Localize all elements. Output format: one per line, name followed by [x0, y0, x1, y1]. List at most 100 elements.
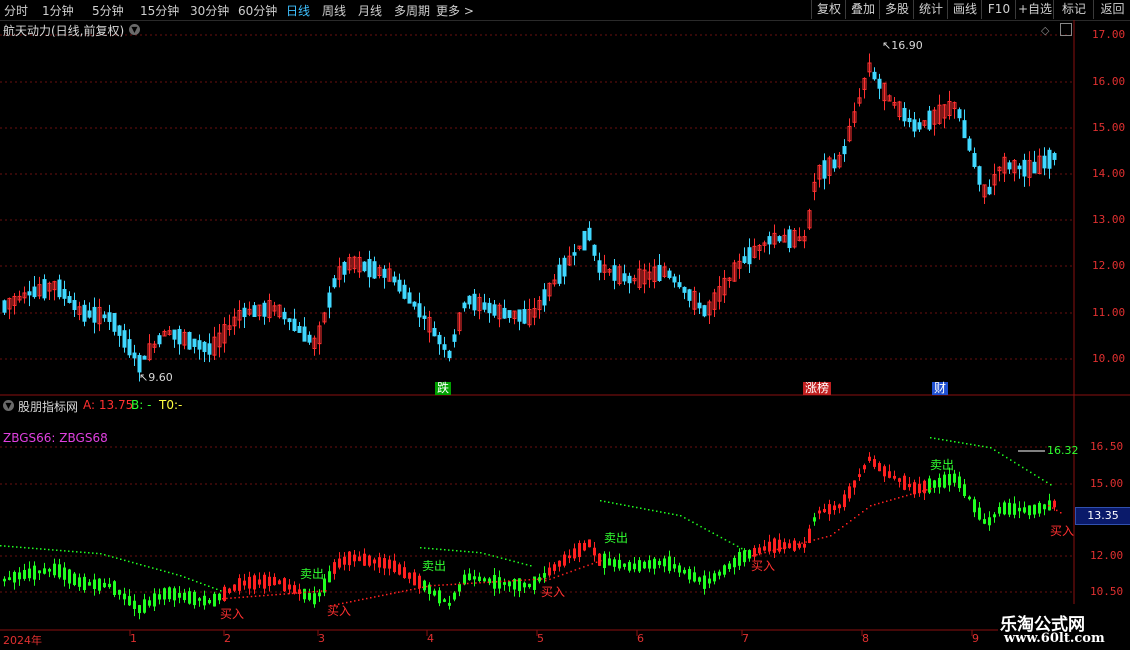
indicator-candle-body — [758, 547, 761, 554]
price-candle-body — [292, 318, 297, 331]
indicator-dot — [720, 536, 723, 539]
indicator-candle-body — [838, 504, 841, 509]
indicator-dot — [780, 547, 783, 550]
indicator-dot — [986, 446, 988, 448]
window-toggle-icon[interactable] — [1060, 23, 1072, 36]
indicator-dot — [0, 545, 2, 547]
sell-signal: 卖出 — [300, 567, 325, 581]
event-tag-finance[interactable]: 财 — [932, 382, 949, 395]
indicator-dot — [768, 550, 770, 553]
indicator-dot — [112, 556, 114, 558]
price-candle-body — [42, 279, 47, 299]
indicator-dot — [801, 542, 803, 544]
chevron-down-icon[interactable]: ▼ — [129, 24, 140, 35]
indicator-candle-body — [833, 505, 836, 511]
indicator-candle-body — [763, 546, 766, 551]
indicator-dot — [291, 592, 294, 595]
sell-signal: 卖出 — [930, 458, 955, 472]
indicator-dot — [156, 568, 158, 570]
low-price-label: ↖9.60 — [139, 371, 173, 384]
indicator-dot — [732, 543, 735, 545]
price-candle-body — [287, 318, 292, 323]
indicator-candle-body — [693, 572, 696, 582]
indicator-dot — [587, 564, 589, 567]
indicator-dot — [491, 581, 494, 583]
indicator-dot — [496, 556, 499, 558]
chevron-down-icon[interactable]: ▼ — [3, 400, 14, 411]
indicator-candle-body — [373, 559, 376, 564]
indicator-dot — [990, 447, 992, 449]
indicator-candle-body — [653, 558, 656, 569]
indicator-candle-body — [528, 583, 531, 588]
indicator-candle-body — [463, 574, 466, 585]
buy-signal: 买入 — [327, 604, 352, 618]
price-candle-body — [682, 286, 687, 293]
indicator-candle-body — [108, 583, 111, 588]
price-candle-body — [102, 314, 107, 319]
indicator-candle-body — [83, 576, 86, 591]
indicator-candle-body — [958, 476, 961, 489]
indicator-candle-body — [938, 477, 941, 488]
price-candle-body — [1007, 162, 1012, 170]
indicator-candle-body — [723, 565, 726, 575]
indicator-dot — [862, 511, 864, 513]
price-candle-body — [687, 289, 692, 301]
indicator-candle-body — [48, 568, 51, 572]
indicator-dot — [487, 581, 489, 583]
price-candle-body — [112, 312, 117, 332]
event-tag-gainers[interactable]: 涨榜 — [803, 382, 832, 395]
indicator-candle-body — [848, 486, 851, 499]
indicator-dot — [966, 443, 968, 445]
indicator-candle-body — [668, 556, 671, 571]
indicator-dot — [530, 565, 532, 567]
indicator-candle-body — [343, 556, 346, 565]
indicator-candle-body — [478, 576, 481, 581]
indicator-dot — [92, 552, 94, 554]
indicator-dot — [950, 440, 952, 442]
indicator-candle-body — [313, 593, 316, 605]
price-candle-body — [987, 186, 992, 195]
indicator-dot — [308, 591, 310, 593]
indicator-dot — [898, 497, 900, 499]
month-label: 5 — [537, 632, 544, 645]
indicator-candle-body — [553, 564, 556, 571]
indicator-candle-body — [893, 475, 896, 479]
indicator-dot — [1030, 471, 1032, 474]
event-tag-fall[interactable]: 跌 — [435, 382, 452, 395]
indicator-candle-body — [158, 594, 161, 600]
indicator-candle-body — [383, 558, 386, 569]
indicator-candle-body — [648, 560, 651, 569]
price-candle-body — [87, 310, 92, 318]
indicator-candle-body — [733, 557, 736, 568]
price-candle-body — [32, 286, 37, 298]
chart-canvas[interactable] — [0, 0, 1130, 650]
indicator-dot — [212, 587, 214, 589]
indicator-candle-body — [1023, 507, 1026, 513]
indicator-candle-body — [423, 580, 426, 591]
year-label: 2024年 — [3, 634, 42, 647]
price-candle-body — [467, 295, 472, 305]
price-candle-body — [627, 275, 632, 284]
indicator-dot — [424, 547, 426, 549]
price-candle-body — [902, 107, 907, 122]
indicator-candle-body — [933, 480, 936, 488]
indicator-candle-body — [768, 541, 771, 552]
indicator-dot — [312, 591, 314, 593]
price-tick: 12.00 — [1092, 259, 1126, 272]
indicator-dot — [664, 512, 666, 514]
indicator-candle-body — [498, 577, 501, 589]
indicator-candle-body — [483, 578, 486, 582]
indicator-candle-body — [698, 577, 701, 582]
month-label: 1 — [130, 632, 137, 645]
diamond-icon[interactable]: ◇ — [1041, 24, 1049, 37]
indicator-candle-body — [803, 543, 806, 548]
indicator-dot — [644, 508, 646, 510]
indicator-candle-body — [928, 478, 931, 493]
indicator-dot — [926, 489, 928, 491]
indicator-dot — [132, 561, 134, 564]
indicator-dot — [545, 578, 547, 580]
indicator-dot — [136, 562, 138, 565]
indicator-dots — [0, 437, 1062, 607]
indicator-candle-body — [363, 553, 366, 566]
indicator-dot — [870, 505, 872, 507]
